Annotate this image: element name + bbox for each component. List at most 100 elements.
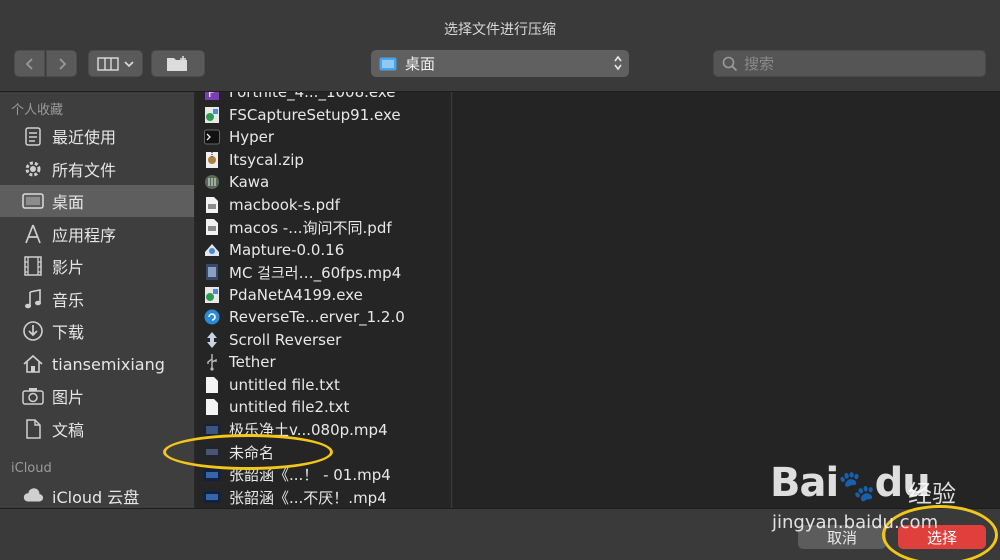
- list-item[interactable]: FSCaptureSetup91.exe: [195, 104, 451, 127]
- search-field[interactable]: 搜索: [713, 50, 986, 77]
- file-name: MC 걸크러…_60fps.mp4: [229, 263, 402, 282]
- list-item[interactable]: 张韶涵《...！ - 01.mp4: [195, 464, 451, 487]
- file-name: Scroll Reverser: [229, 330, 342, 349]
- list-item[interactable]: Itsycal.zip: [195, 149, 451, 172]
- cancel-button[interactable]: 取消: [798, 525, 886, 549]
- sidebar-item-recents[interactable]: 最近使用: [0, 120, 194, 152]
- text-file-icon: [203, 375, 221, 394]
- stepper-icon: [614, 55, 622, 71]
- sidebar-item-label: tiansemixiang: [52, 354, 165, 374]
- chevron-down-icon: [123, 60, 134, 67]
- location-popup[interactable]: 桌面: [371, 50, 629, 77]
- camera-icon: [22, 385, 44, 407]
- search-placeholder: 搜索: [744, 55, 775, 73]
- file-name: PdaNetA4199.exe: [229, 285, 363, 304]
- sidebar-item-label: 文稿: [52, 421, 85, 440]
- sidebar-item-label: 应用程序: [52, 226, 117, 245]
- file-name: ReverseTe...erver_1.2.0: [229, 308, 405, 327]
- list-item[interactable]: 张韶涵《...不厌！.mp4: [195, 486, 451, 508]
- sidebar: 个人收藏 最近使用 所有文件 桌面 应用程序 影片 音乐 下载 tiansemi…: [0, 92, 194, 508]
- file-name: Hyper: [229, 128, 275, 147]
- file-name: 未命名: [229, 443, 275, 462]
- file-name: Mapture-0.0.16: [229, 240, 345, 259]
- file-name: macbook-s.pdf: [229, 195, 340, 214]
- list-item[interactable]: Mapture-0.0.16: [195, 239, 451, 262]
- new-folder-icon: [167, 55, 187, 71]
- app-icon: [203, 330, 221, 349]
- sidebar-item-all-files[interactable]: 所有文件: [0, 153, 194, 185]
- sidebar-item-desktop[interactable]: 桌面: [0, 185, 194, 217]
- video-icon: [203, 488, 221, 507]
- text-file-icon: [203, 398, 221, 417]
- choose-button[interactable]: 选择: [898, 525, 986, 549]
- file-name: Tether: [229, 353, 276, 372]
- app-icon: [203, 308, 221, 327]
- pdf-icon: [203, 195, 221, 214]
- sidebar-item-pictures[interactable]: 图片: [0, 380, 194, 412]
- forward-button[interactable]: [46, 50, 77, 77]
- sidebar-item-applications[interactable]: 应用程序: [0, 218, 194, 250]
- list-item[interactable]: MC 걸크러…_60fps.mp4: [195, 261, 451, 284]
- list-item[interactable]: untitled file2.txt: [195, 396, 451, 419]
- list-item[interactable]: 极乐净土v...080p.mp4: [195, 419, 451, 442]
- list-item[interactable]: macbook-s.pdf: [195, 194, 451, 217]
- column-view-icon: [96, 56, 119, 71]
- file-name: untitled file.txt: [229, 375, 340, 394]
- sidebar-item-icloud-drive[interactable]: iCloud 云盘: [0, 480, 194, 508]
- chevron-right-icon: [58, 57, 66, 70]
- file-name: 张韶涵《...不厌！.mp4: [229, 488, 387, 507]
- disk-image-icon: [203, 240, 221, 259]
- file-name: 极乐净土v...080p.mp4: [229, 421, 388, 440]
- file-name: Fortnite_4..._1008.exe: [229, 92, 396, 102]
- home-icon: [22, 353, 44, 375]
- desktop-icon: [22, 190, 44, 212]
- location-label: 桌面: [405, 55, 436, 73]
- document-icon: [22, 418, 44, 440]
- video-icon: [203, 465, 221, 484]
- exe-icon: F: [203, 92, 221, 102]
- list-item[interactable]: PdaNetA4199.exe: [195, 284, 451, 307]
- list-item[interactable]: F Fortnite_4..._1008.exe: [195, 92, 451, 104]
- sidebar-item-music[interactable]: 音乐: [0, 283, 194, 315]
- applications-icon: [22, 223, 44, 245]
- list-item[interactable]: macos -...询问不同.pdf: [195, 216, 451, 239]
- list-item[interactable]: Tether: [195, 351, 451, 374]
- app-icon: [203, 173, 221, 192]
- svg-text:F: F: [208, 92, 215, 100]
- dialog-footer: 取消 选择: [0, 508, 1000, 560]
- sidebar-item-movies[interactable]: 影片: [0, 250, 194, 282]
- file-name: 张韶涵《...！ - 01.mp4: [229, 466, 391, 485]
- sidebar-item-documents[interactable]: 文稿: [0, 413, 194, 445]
- sidebar-item-home[interactable]: tiansemixiang: [0, 348, 194, 380]
- chevron-left-icon: [25, 57, 33, 70]
- file-name: FSCaptureSetup91.exe: [229, 105, 401, 124]
- back-button[interactable]: [14, 50, 45, 77]
- video-icon: [203, 263, 221, 282]
- view-mode-button[interactable]: [88, 50, 143, 77]
- pdf-icon: [203, 218, 221, 237]
- file-name: Itsycal.zip: [229, 150, 304, 169]
- file-name: macos -...询问不同.pdf: [229, 218, 392, 237]
- search-icon: [722, 56, 738, 71]
- list-item[interactable]: 未命名: [195, 441, 451, 464]
- recents-icon: [22, 125, 44, 147]
- sidebar-item-label: 所有文件: [52, 161, 117, 180]
- list-item[interactable]: Kawa: [195, 171, 451, 194]
- file-name: untitled file2.txt: [229, 398, 350, 417]
- new-folder-button[interactable]: [151, 50, 205, 77]
- sidebar-item-label: 影片: [52, 258, 85, 277]
- list-item[interactable]: untitled file.txt: [195, 374, 451, 397]
- sidebar-section-favorites: 个人收藏: [11, 103, 64, 118]
- gear-icon: [22, 158, 44, 180]
- folder-thumbnail-icon: [203, 443, 221, 462]
- preview-pane: [453, 92, 1000, 508]
- file-list: F Fortnite_4..._1008.exe FSCaptureSetup9…: [195, 92, 452, 508]
- sidebar-item-label: 图片: [52, 388, 85, 407]
- list-item[interactable]: ReverseTe...erver_1.2.0: [195, 306, 451, 329]
- sidebar-item-downloads[interactable]: 下载: [0, 315, 194, 347]
- exe-icon: [203, 285, 221, 304]
- list-item[interactable]: Scroll Reverser: [195, 329, 451, 352]
- list-item[interactable]: Hyper: [195, 126, 451, 149]
- music-icon: [22, 288, 44, 310]
- usb-icon: [203, 353, 221, 372]
